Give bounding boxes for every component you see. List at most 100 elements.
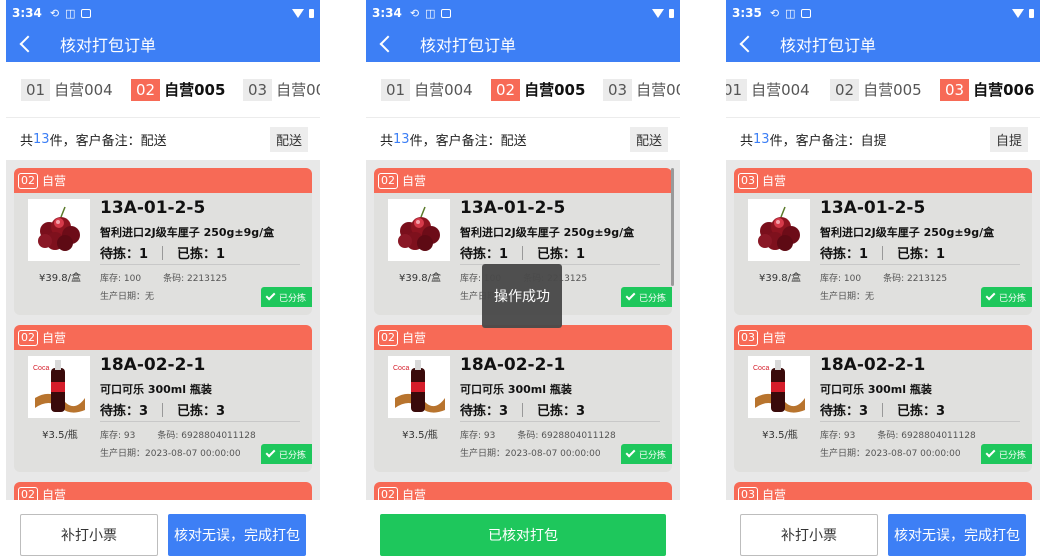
shelf-location: 18A-02-2-1	[820, 355, 926, 375]
cola-image: Coca	[388, 356, 450, 418]
pending-count: 待拣：1	[460, 247, 509, 262]
item-card[interactable]: 02 自营 Coca ¥3.5/瓶 18A-02-2-1 可口可乐 300ml 瓶…	[374, 325, 672, 472]
order-summary: 共 13 件，客户备注：配送 配送	[366, 118, 680, 160]
card-header: 02 自营	[14, 482, 312, 500]
cola-image: Coca	[748, 356, 810, 418]
reprint-receipt-button[interactable]: 补打小票	[20, 514, 158, 556]
picked-count: 已拣：1	[897, 247, 946, 262]
back-icon[interactable]	[739, 35, 757, 53]
group-number: 02	[18, 329, 38, 346]
production-date: 生产日期：无	[100, 292, 155, 302]
tab-order-3[interactable]: 03自营006	[243, 78, 320, 101]
summary-note: 件，客户备注：配送	[409, 133, 527, 149]
svg-text:Coca: Coca	[753, 365, 769, 372]
delivery-tag: 配送	[269, 126, 308, 152]
product-name: 智利进口2J级车厘子 250g±9g/盒	[460, 226, 635, 239]
wifi-icon	[1012, 8, 1024, 18]
tab-label: 自营005	[524, 81, 586, 99]
sim-icon: ◫	[65, 6, 76, 20]
stock-info: 库存: 93 条码: 6928804011128	[820, 428, 976, 441]
item-card[interactable]: 03 自营 ¥39.8/盒 13A-01-2-5 智利进口2J级车厘子 250g±…	[734, 168, 1032, 315]
card-header: 02 自营	[374, 325, 672, 350]
product-name: 可口可乐 300ml 瓶装	[100, 383, 212, 396]
item-card[interactable]: 02 自营 Coca ¥3.5/瓶 18A-02-2-1 可口可乐 300ml 瓶…	[14, 325, 312, 472]
item-card[interactable]: 02 自营 ¥39.8/盒 13A-01-2-5 智利进口2J级车厘子 250g±…	[14, 168, 312, 315]
tab-order-1[interactable]: 01 自营004	[726, 78, 810, 101]
packed-button[interactable]: 已核对打包	[380, 514, 666, 556]
pending-count: 待拣：1	[820, 247, 869, 262]
check-icon	[985, 447, 996, 458]
item-card[interactable]: 02 自营	[374, 482, 672, 500]
group-label: 自营	[762, 174, 787, 188]
item-list[interactable]: 02 自营 ¥39.8/盒 13A-01-2-5 智利进口2J级车厘子 250g±…	[366, 160, 680, 500]
sync-icon: ⟲	[769, 6, 780, 20]
sorted-badge: 已分拣	[620, 444, 672, 464]
stock-info: 库存: 100 条码: 2213125	[100, 271, 227, 284]
cola-image: Coca	[28, 356, 90, 418]
tab-label: 自营004	[751, 81, 810, 99]
shelf-location: 13A-01-2-5	[820, 198, 926, 218]
stock-info: 库存: 93 条码: 6928804011128	[460, 428, 616, 441]
unit-price: ¥3.5/瓶	[762, 430, 798, 441]
card-header: 02 自营	[374, 482, 672, 500]
group-label: 自营	[42, 174, 67, 188]
order-tabs: 01自营004 02自营005 03自营006	[366, 62, 680, 118]
production-date: 生产日期：2023-08-07 00:00:00	[100, 449, 241, 459]
battery-icon	[309, 8, 314, 18]
sorted-badge: 已分拣	[260, 444, 312, 464]
reprint-receipt-button[interactable]: 补打小票	[740, 514, 878, 556]
tab-order-2[interactable]: 02 自营005	[131, 78, 225, 101]
pending-count: 待拣：3	[460, 404, 509, 419]
item-card[interactable]: 02 自营	[14, 482, 312, 500]
tab-number: 01	[21, 78, 51, 101]
check-icon	[265, 290, 276, 301]
tab-number: 01	[726, 78, 748, 101]
confirm-pack-button[interactable]: 核对无误，完成打包	[168, 514, 306, 556]
comparison-stage: 3:34 ⟲◫ 核对打包订单 01自营004 02自营005 03自营006 共…	[0, 0, 1041, 560]
sorted-label: 已分拣	[638, 293, 666, 304]
pending-count: 待拣：1	[100, 247, 149, 262]
product-name: 可口可乐 300ml 瓶装	[820, 383, 932, 396]
tab-order-2[interactable]: 02 自营005	[491, 78, 586, 101]
delivery-tag: 配送	[629, 126, 668, 152]
tab-order-1[interactable]: 01 自营004	[21, 78, 113, 101]
card-header: 02 自营	[374, 168, 672, 193]
summary-prefix: 共	[740, 133, 754, 149]
status-bar: 3:35 ⟲ ◫	[726, 0, 1040, 26]
tab-order-3[interactable]: 03自营006	[603, 78, 680, 101]
cherry-image	[388, 199, 450, 261]
card-header: 03 自营	[734, 168, 1032, 193]
item-card[interactable]: 03 自营	[734, 482, 1032, 500]
tab-order-1[interactable]: 01 自营004	[381, 78, 473, 101]
phone-screen-1: 3:34 ⟲◫ 核对打包订单 01自营004 02自营005 03自营006 共…	[6, 0, 320, 560]
success-toast: 操作成功	[482, 264, 562, 328]
battery-icon	[669, 8, 674, 18]
status-time: 3:35	[732, 6, 762, 20]
pick-counts: 待拣：3 已拣：3	[820, 400, 945, 419]
notification-icon	[441, 8, 452, 18]
tab-order-2[interactable]: 02 自营005	[830, 78, 922, 101]
group-label: 自营	[402, 488, 427, 500]
sorted-badge: 已分拣	[620, 287, 672, 307]
action-footer: 已核对打包	[366, 500, 680, 560]
sync-icon: ⟲	[409, 6, 420, 20]
back-icon[interactable]	[19, 35, 37, 53]
phone-screen-2: 3:34 ⟲◫ 核对打包订单 01自营004 02自营005 03自营006 共…	[366, 0, 680, 560]
action-footer: 补打小票 核对无误，完成打包	[726, 500, 1040, 560]
production-date: 生产日期：2023-08-07 00:00:00	[820, 449, 961, 459]
tab-order-3[interactable]: 03自营006	[940, 78, 1034, 101]
group-number: 02	[378, 486, 398, 500]
picked-count: 已拣：3	[897, 404, 946, 419]
app-bar: 核对打包订单	[366, 26, 680, 62]
summary-prefix: 共	[380, 133, 394, 149]
confirm-pack-button[interactable]: 核对无误，完成打包	[888, 514, 1026, 556]
list-scrollbar[interactable]	[671, 168, 674, 286]
back-icon[interactable]	[379, 35, 397, 53]
item-card[interactable]: 03 自营 Coca ¥3.5/瓶 18A-02-2-1 可口可乐 300ml 瓶…	[734, 325, 1032, 472]
wifi-icon	[652, 8, 664, 18]
tab-label: 自营004	[54, 81, 113, 99]
item-list[interactable]: 02 自营 ¥39.8/盒 13A-01-2-5 智利进口2J级车厘子 250g±…	[6, 160, 320, 500]
pickup-tag: 自提	[989, 126, 1028, 152]
item-list[interactable]: 03 自营 ¥39.8/盒 13A-01-2-5 智利进口2J级车厘子 250g±…	[726, 160, 1040, 500]
phone-screen-3: 3:35 ⟲ ◫ 核对打包订单 01 自营004 02 自营005 03 自营006 共…	[726, 0, 1040, 560]
